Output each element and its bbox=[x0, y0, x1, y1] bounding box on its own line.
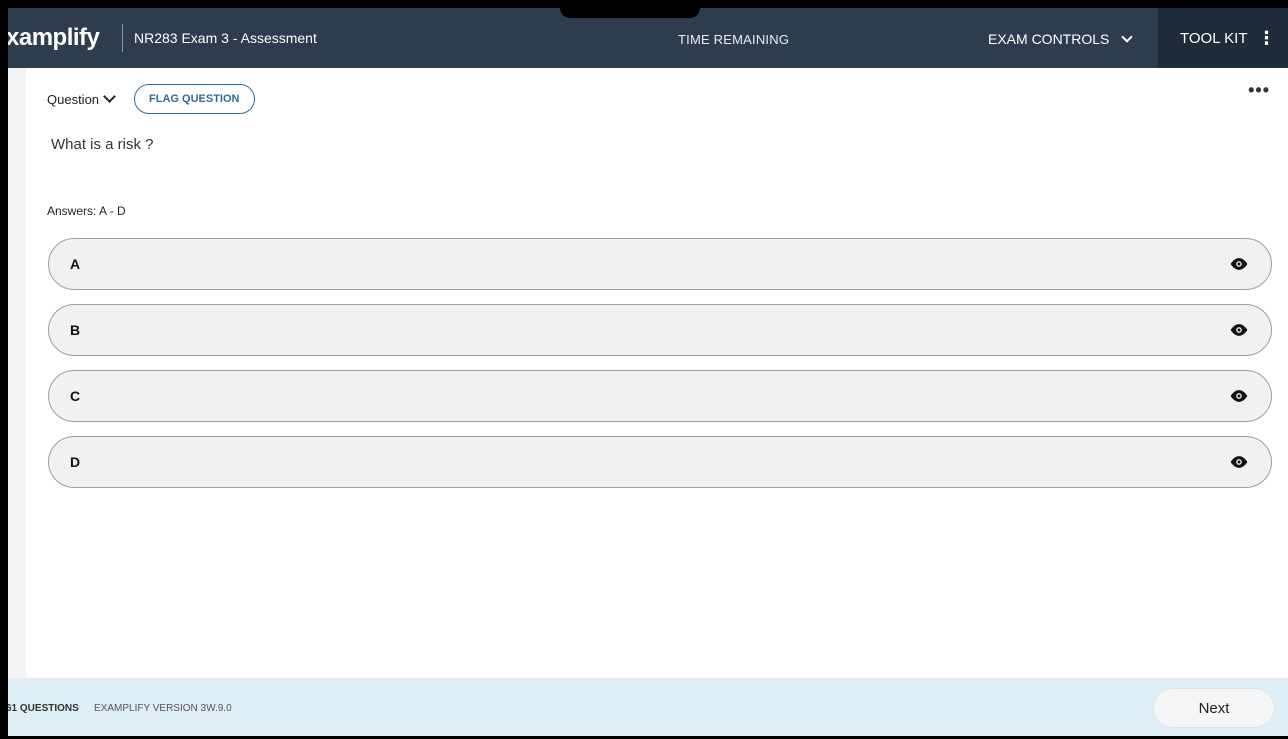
answer-option-b[interactable]: B bbox=[48, 304, 1272, 356]
eye-icon[interactable] bbox=[1229, 322, 1249, 338]
more-options-icon[interactable]: ••• bbox=[1248, 80, 1270, 101]
camera-notch bbox=[560, 8, 700, 18]
answer-letter: B bbox=[70, 322, 81, 338]
flag-question-button[interactable]: FLAG QUESTION bbox=[134, 84, 255, 114]
question-header: Question FLAG QUESTION bbox=[47, 84, 255, 114]
exam-title: NR283 Exam 3 - Assessment bbox=[134, 30, 317, 46]
question-label: Question bbox=[47, 91, 100, 107]
answer-letter: D bbox=[70, 454, 81, 470]
answer-letter: A bbox=[70, 256, 81, 272]
kebab-menu-icon: ⋮ bbox=[1257, 27, 1276, 48]
left-gutter bbox=[8, 68, 26, 678]
time-remaining-label: TIME REMAINING bbox=[678, 32, 790, 47]
eye-icon[interactable] bbox=[1229, 256, 1249, 272]
question-navigator[interactable]: Question bbox=[47, 90, 116, 107]
answer-option-d[interactable]: D bbox=[48, 436, 1272, 488]
exam-window: xamplify NR283 Exam 3 - Assessment TIME … bbox=[8, 8, 1288, 736]
answers-label: Answers: A - D bbox=[47, 204, 126, 218]
tool-kit-label: TOOL KIT bbox=[1180, 29, 1248, 47]
next-button[interactable]: Next bbox=[1153, 688, 1275, 728]
footer-bar: 61 QUESTIONS EXAMPLIFY VERSION 3W.9.0 Ne… bbox=[8, 678, 1288, 736]
version-label: EXAMPLIFY VERSION 3W.9.0 bbox=[94, 703, 232, 714]
question-text: What is a risk ? bbox=[51, 136, 154, 153]
answer-option-c[interactable]: C bbox=[48, 370, 1272, 422]
answer-letter: C bbox=[70, 388, 81, 404]
chevron-down-icon bbox=[1121, 30, 1134, 43]
answer-option-a[interactable]: A bbox=[48, 238, 1272, 290]
chevron-down-icon bbox=[103, 90, 116, 103]
question-count: 61 QUESTIONS bbox=[8, 703, 79, 714]
eye-icon[interactable] bbox=[1229, 454, 1249, 470]
exam-controls-menu[interactable]: EXAM CONTROLS bbox=[988, 30, 1134, 47]
tool-kit-button[interactable]: TOOL KIT ⋮ bbox=[1158, 8, 1288, 68]
exam-controls-label: EXAM CONTROLS bbox=[988, 31, 1110, 47]
question-panel: Question FLAG QUESTION ••• What is a ris… bbox=[8, 68, 1288, 678]
eye-icon[interactable] bbox=[1229, 388, 1249, 404]
examplify-logo: xamplify bbox=[8, 24, 100, 51]
header-divider bbox=[122, 24, 123, 52]
